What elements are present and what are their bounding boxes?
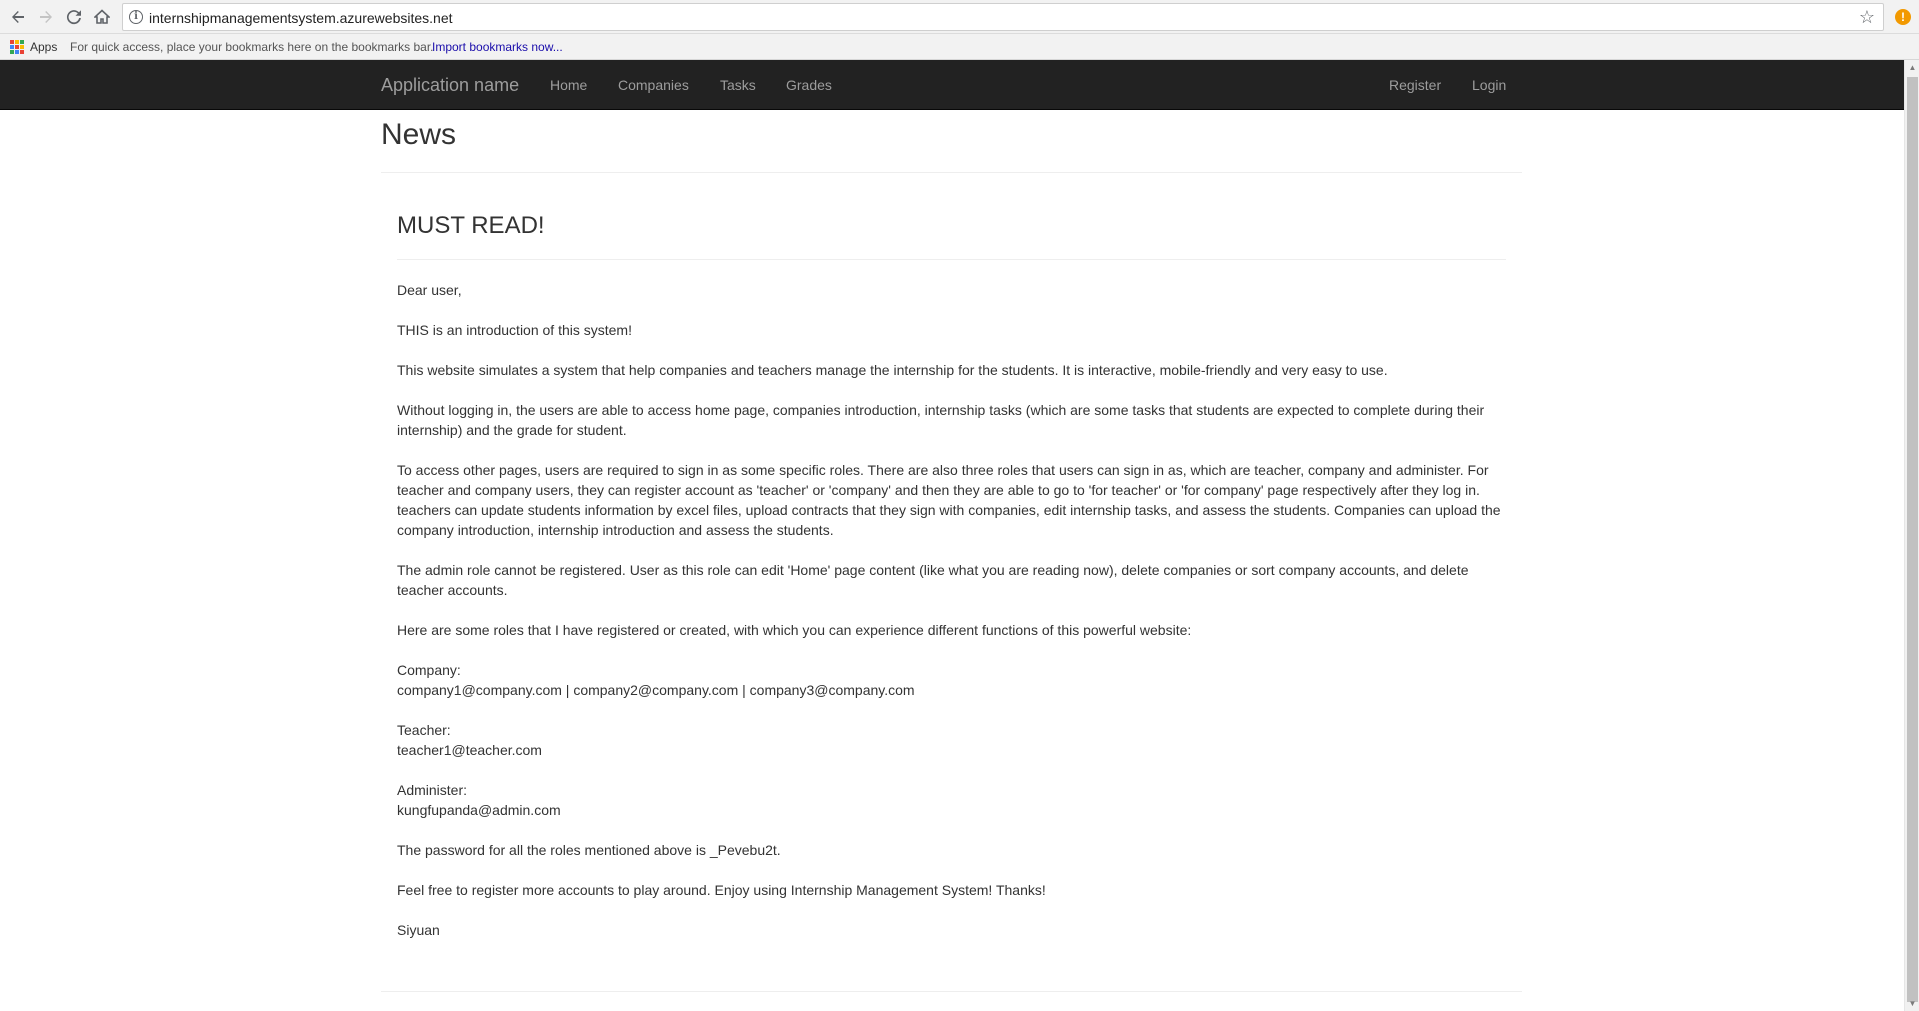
company-accounts: company1@company.com | company2@company.… <box>397 682 915 698</box>
home-icon[interactable] <box>90 5 114 29</box>
teacher-accounts: teacher1@teacher.com <box>397 742 542 758</box>
admin-accounts: kungfupanda@admin.com <box>397 802 561 818</box>
info-icon[interactable]: i <box>129 10 143 24</box>
import-bookmarks-link[interactable]: Import bookmarks now... <box>432 40 563 54</box>
article-paragraph: THIS is an introduction of this system! <box>397 322 632 338</box>
page-title: News <box>381 118 457 151</box>
vertical-scrollbar[interactable]: ▲ ▼ <box>1904 60 1919 1011</box>
article-paragraph: Here are some roles that I have register… <box>397 622 1192 638</box>
url-text: internshipmanagementsystem.azurewebsites… <box>149 10 453 26</box>
nav-link-home[interactable]: Home <box>550 77 587 93</box>
bookmark-star-icon[interactable]: ☆ <box>1859 7 1875 28</box>
nav-link-login[interactable]: Login <box>1472 77 1506 93</box>
article-body: Dear user, THIS is an introduction of th… <box>397 280 1507 960</box>
author-signature: Siyuan <box>397 922 440 938</box>
bookmarks-hint: For quick access, place your bookmarks h… <box>70 40 434 54</box>
divider <box>381 172 1522 173</box>
scroll-up-arrow-icon[interactable]: ▲ <box>1905 60 1919 75</box>
address-bar[interactable]: i internshipmanagementsystem.azurewebsit… <box>122 3 1884 31</box>
closing-note: Feel free to register more accounts to p… <box>397 882 1046 898</box>
article-paragraph: To access other pages, users are require… <box>397 462 1501 538</box>
article-title: MUST READ! <box>397 212 545 239</box>
bookmarks-bar: Apps For quick access, place your bookma… <box>0 34 1919 60</box>
brand-link[interactable]: Application name <box>381 75 519 96</box>
nav-link-companies[interactable]: Companies <box>618 77 689 93</box>
forward-arrow-icon[interactable] <box>34 5 58 29</box>
browser-toolbar: i internshipmanagementsystem.azurewebsit… <box>0 0 1919 34</box>
site-navbar: Application name Home Companies Tasks Gr… <box>0 60 1904 110</box>
alert-icon[interactable]: ! <box>1895 9 1911 25</box>
article-paragraph: This website simulates a system that hel… <box>397 362 1388 378</box>
nav-link-register[interactable]: Register <box>1389 77 1441 93</box>
scroll-down-arrow-icon[interactable]: ▼ <box>1905 996 1919 1011</box>
password-note: The password for all the roles mentioned… <box>397 842 781 858</box>
nav-link-tasks[interactable]: Tasks <box>720 77 756 93</box>
divider <box>381 991 1522 992</box>
article-paragraph: Dear user, <box>397 282 462 298</box>
scrollbar-thumb[interactable] <box>1907 77 1918 1002</box>
company-role-label: Company: <box>397 662 461 678</box>
back-arrow-icon[interactable] <box>6 5 30 29</box>
reload-icon[interactable] <box>62 5 86 29</box>
apps-grid-icon[interactable] <box>10 40 24 54</box>
divider <box>397 259 1506 260</box>
teacher-role-label: Teacher: <box>397 722 451 738</box>
nav-link-grades[interactable]: Grades <box>786 77 832 93</box>
apps-label[interactable]: Apps <box>30 40 57 54</box>
admin-role-label: Administer: <box>397 782 468 798</box>
article-paragraph: The admin role cannot be registered. Use… <box>397 562 1469 598</box>
article-paragraph: Without logging in, the users are able t… <box>397 402 1485 438</box>
